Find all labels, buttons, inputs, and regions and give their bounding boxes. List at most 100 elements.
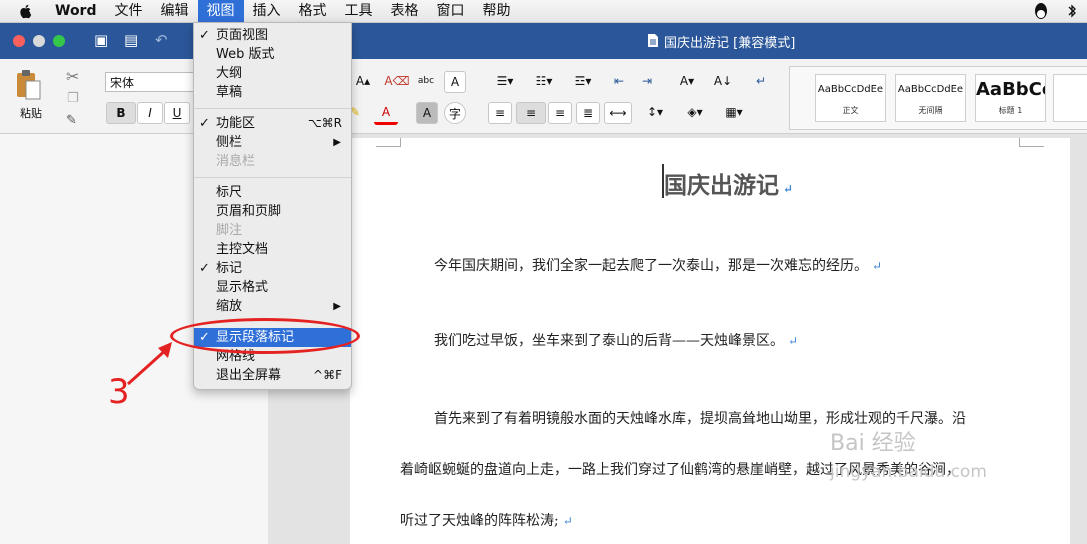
- enclose-character-icon[interactable]: 字: [444, 102, 466, 124]
- margin-corner-left: [376, 138, 401, 147]
- menu-item-master-document[interactable]: 主控文档: [194, 240, 351, 259]
- paste-icon[interactable]: [14, 69, 42, 101]
- font-name-field[interactable]: 宋体: [105, 72, 197, 92]
- sort-icon[interactable]: A↓: [710, 71, 736, 91]
- menu-separator: [194, 108, 351, 109]
- submenu-arrow-icon: ▶: [333, 137, 341, 148]
- bullets-icon[interactable]: ☰▾: [488, 71, 522, 91]
- menu-item-page-view[interactable]: ✓ 页面视图: [194, 26, 351, 45]
- menu-table[interactable]: 表格: [382, 0, 428, 22]
- line-spacing-icon[interactable]: ↕▾: [638, 102, 672, 122]
- menu-edit[interactable]: 编辑: [152, 0, 198, 22]
- menu-item-message-bar: 消息栏: [194, 152, 351, 171]
- cut-icon[interactable]: ✂: [66, 67, 79, 86]
- menu-tools[interactable]: 工具: [336, 0, 382, 22]
- paragraph-text: 今年国庆期间，我们全家一起去爬了一次泰山，那是一次难忘的经历。: [434, 258, 868, 274]
- shading-icon[interactable]: ◈▾: [678, 102, 712, 122]
- undo-icon[interactable]: ↶: [155, 31, 168, 49]
- save-icon[interactable]: ▤: [124, 31, 138, 49]
- zoom-window-button[interactable]: [53, 35, 65, 47]
- annotation-arrow-icon: [126, 342, 172, 386]
- increase-indent-icon[interactable]: ⇥: [636, 71, 658, 91]
- menu-item-draft[interactable]: 草稿: [194, 83, 351, 102]
- margin-corner-right: [1019, 138, 1044, 147]
- menu-file[interactable]: 文件: [106, 0, 152, 22]
- character-shading-icon[interactable]: A: [416, 102, 438, 124]
- menu-item-exit-full-screen[interactable]: 退出全屏幕 ^⌘F: [194, 366, 351, 385]
- menu-item-web-layout[interactable]: Web 版式: [194, 45, 351, 64]
- asian-layout-icon[interactable]: A▾: [670, 71, 704, 91]
- menu-word[interactable]: Word: [46, 0, 106, 22]
- menu-item-label: 功能区: [216, 116, 256, 131]
- menu-item-label: 脚注: [216, 223, 243, 238]
- menu-item-shortcut: ^⌘F: [313, 368, 342, 382]
- checkmark-icon: ✓: [199, 28, 210, 43]
- character-border-icon[interactable]: A: [444, 71, 466, 93]
- menu-item-ruler[interactable]: 标尺: [194, 183, 351, 202]
- menu-item-label: 主控文档: [216, 242, 269, 257]
- title-bar: ▣ ▤ ↶ 国庆出游记 [兼容模式]: [0, 23, 1087, 59]
- underline-button[interactable]: U: [164, 102, 190, 124]
- submenu-arrow-icon: ▶: [333, 301, 341, 312]
- menu-window[interactable]: 窗口: [428, 0, 474, 22]
- clear-formatting-icon[interactable]: A⌫: [384, 71, 410, 91]
- borders-icon[interactable]: ▦▾: [716, 102, 752, 122]
- style-next[interactable]: [1053, 74, 1087, 122]
- watermark: Bai 经验 jingyan.baidu.com: [830, 430, 987, 486]
- justify-icon[interactable]: ≣: [576, 102, 600, 124]
- close-window-button[interactable]: [13, 35, 25, 47]
- heading-text: 国庆出游记: [664, 172, 779, 199]
- menu-view[interactable]: 视图: [197, 0, 244, 22]
- align-left-icon[interactable]: ≡: [488, 102, 512, 124]
- bluetooth-icon[interactable]: [1067, 3, 1077, 19]
- paragraph: 我们吃过早饭，坐车来到了泰山的后背——天烛峰景区。 ↵: [434, 330, 798, 350]
- menu-insert[interactable]: 插入: [244, 0, 290, 22]
- paragraph-text: 我们吃过早饭，坐车来到了泰山的后背——天烛峰景区。: [434, 333, 784, 349]
- align-center-icon[interactable]: ≡: [516, 102, 546, 124]
- apple-logo-icon[interactable]: [18, 3, 34, 19]
- menu-item-label: Web 版式: [216, 47, 275, 62]
- menu-item-reveal-formatting[interactable]: 显示格式: [194, 278, 351, 297]
- menu-item-shortcut: ⌥⌘R: [307, 116, 342, 130]
- copy-icon[interactable]: ❐: [67, 91, 79, 106]
- menu-item-sidebar[interactable]: 侧栏 ▶: [194, 133, 351, 152]
- font-size-up-icon[interactable]: A▴: [350, 71, 376, 91]
- style-normal[interactable]: AaBbCcDdEe 正文: [815, 74, 886, 122]
- window-title: 国庆出游记 [兼容模式]: [664, 36, 796, 51]
- style-no-spacing[interactable]: AaBbCcDdEe 无间隔: [895, 74, 966, 122]
- numbering-icon[interactable]: ☷▾: [527, 71, 561, 91]
- menu-separator: [194, 177, 351, 178]
- bold-button[interactable]: B: [106, 102, 136, 124]
- style-heading-1[interactable]: AaBbCc 标题 1: [975, 74, 1046, 122]
- menu-help[interactable]: 帮助: [474, 0, 520, 22]
- style-normal-name: 正文: [842, 106, 859, 115]
- format-painter-icon[interactable]: ✎: [66, 113, 77, 128]
- sidebar-toggle-icon[interactable]: ▣: [94, 31, 108, 49]
- menu-item-header-footer[interactable]: 页眉和页脚: [194, 202, 351, 221]
- style-heading-1-sample: AaBbCc: [976, 79, 1046, 100]
- italic-button[interactable]: I: [137, 102, 163, 124]
- menu-item-label: 缩放: [216, 299, 243, 314]
- qq-penguin-icon[interactable]: [1033, 2, 1049, 20]
- align-right-icon[interactable]: ≡: [548, 102, 572, 124]
- style-no-spacing-sample: AaBbCcDdEe: [897, 84, 964, 95]
- document-icon: [648, 34, 658, 47]
- menu-item-markup[interactable]: ✓ 标记: [194, 259, 351, 278]
- show-paragraph-marks-icon[interactable]: ↵: [748, 71, 774, 91]
- menu-item-ribbon[interactable]: ✓ 功能区 ⌥⌘R: [194, 114, 351, 133]
- multilevel-list-icon[interactable]: ☲▾: [566, 71, 600, 91]
- menu-format[interactable]: 格式: [290, 0, 336, 22]
- paragraph-mark: ↵: [872, 259, 883, 273]
- decrease-indent-icon[interactable]: ⇤: [608, 71, 630, 91]
- checkmark-icon: ✓: [199, 261, 210, 276]
- menu-item-outline[interactable]: 大纲: [194, 64, 351, 83]
- menu-item-label: 标记: [216, 261, 243, 276]
- menu-item-zoom[interactable]: 缩放 ▶: [194, 297, 351, 316]
- minimize-window-button[interactable]: [33, 35, 45, 47]
- distributed-icon[interactable]: ⟷: [604, 102, 632, 124]
- phonetic-guide-icon[interactable]: abc: [414, 71, 438, 91]
- menu-item-label: 显示格式: [216, 280, 269, 295]
- paragraph-text: 听过了天烛峰的阵阵松涛;: [400, 513, 559, 529]
- font-color-icon[interactable]: A: [374, 102, 398, 125]
- paragraph: 听过了天烛峰的阵阵松涛; ↵: [400, 510, 573, 530]
